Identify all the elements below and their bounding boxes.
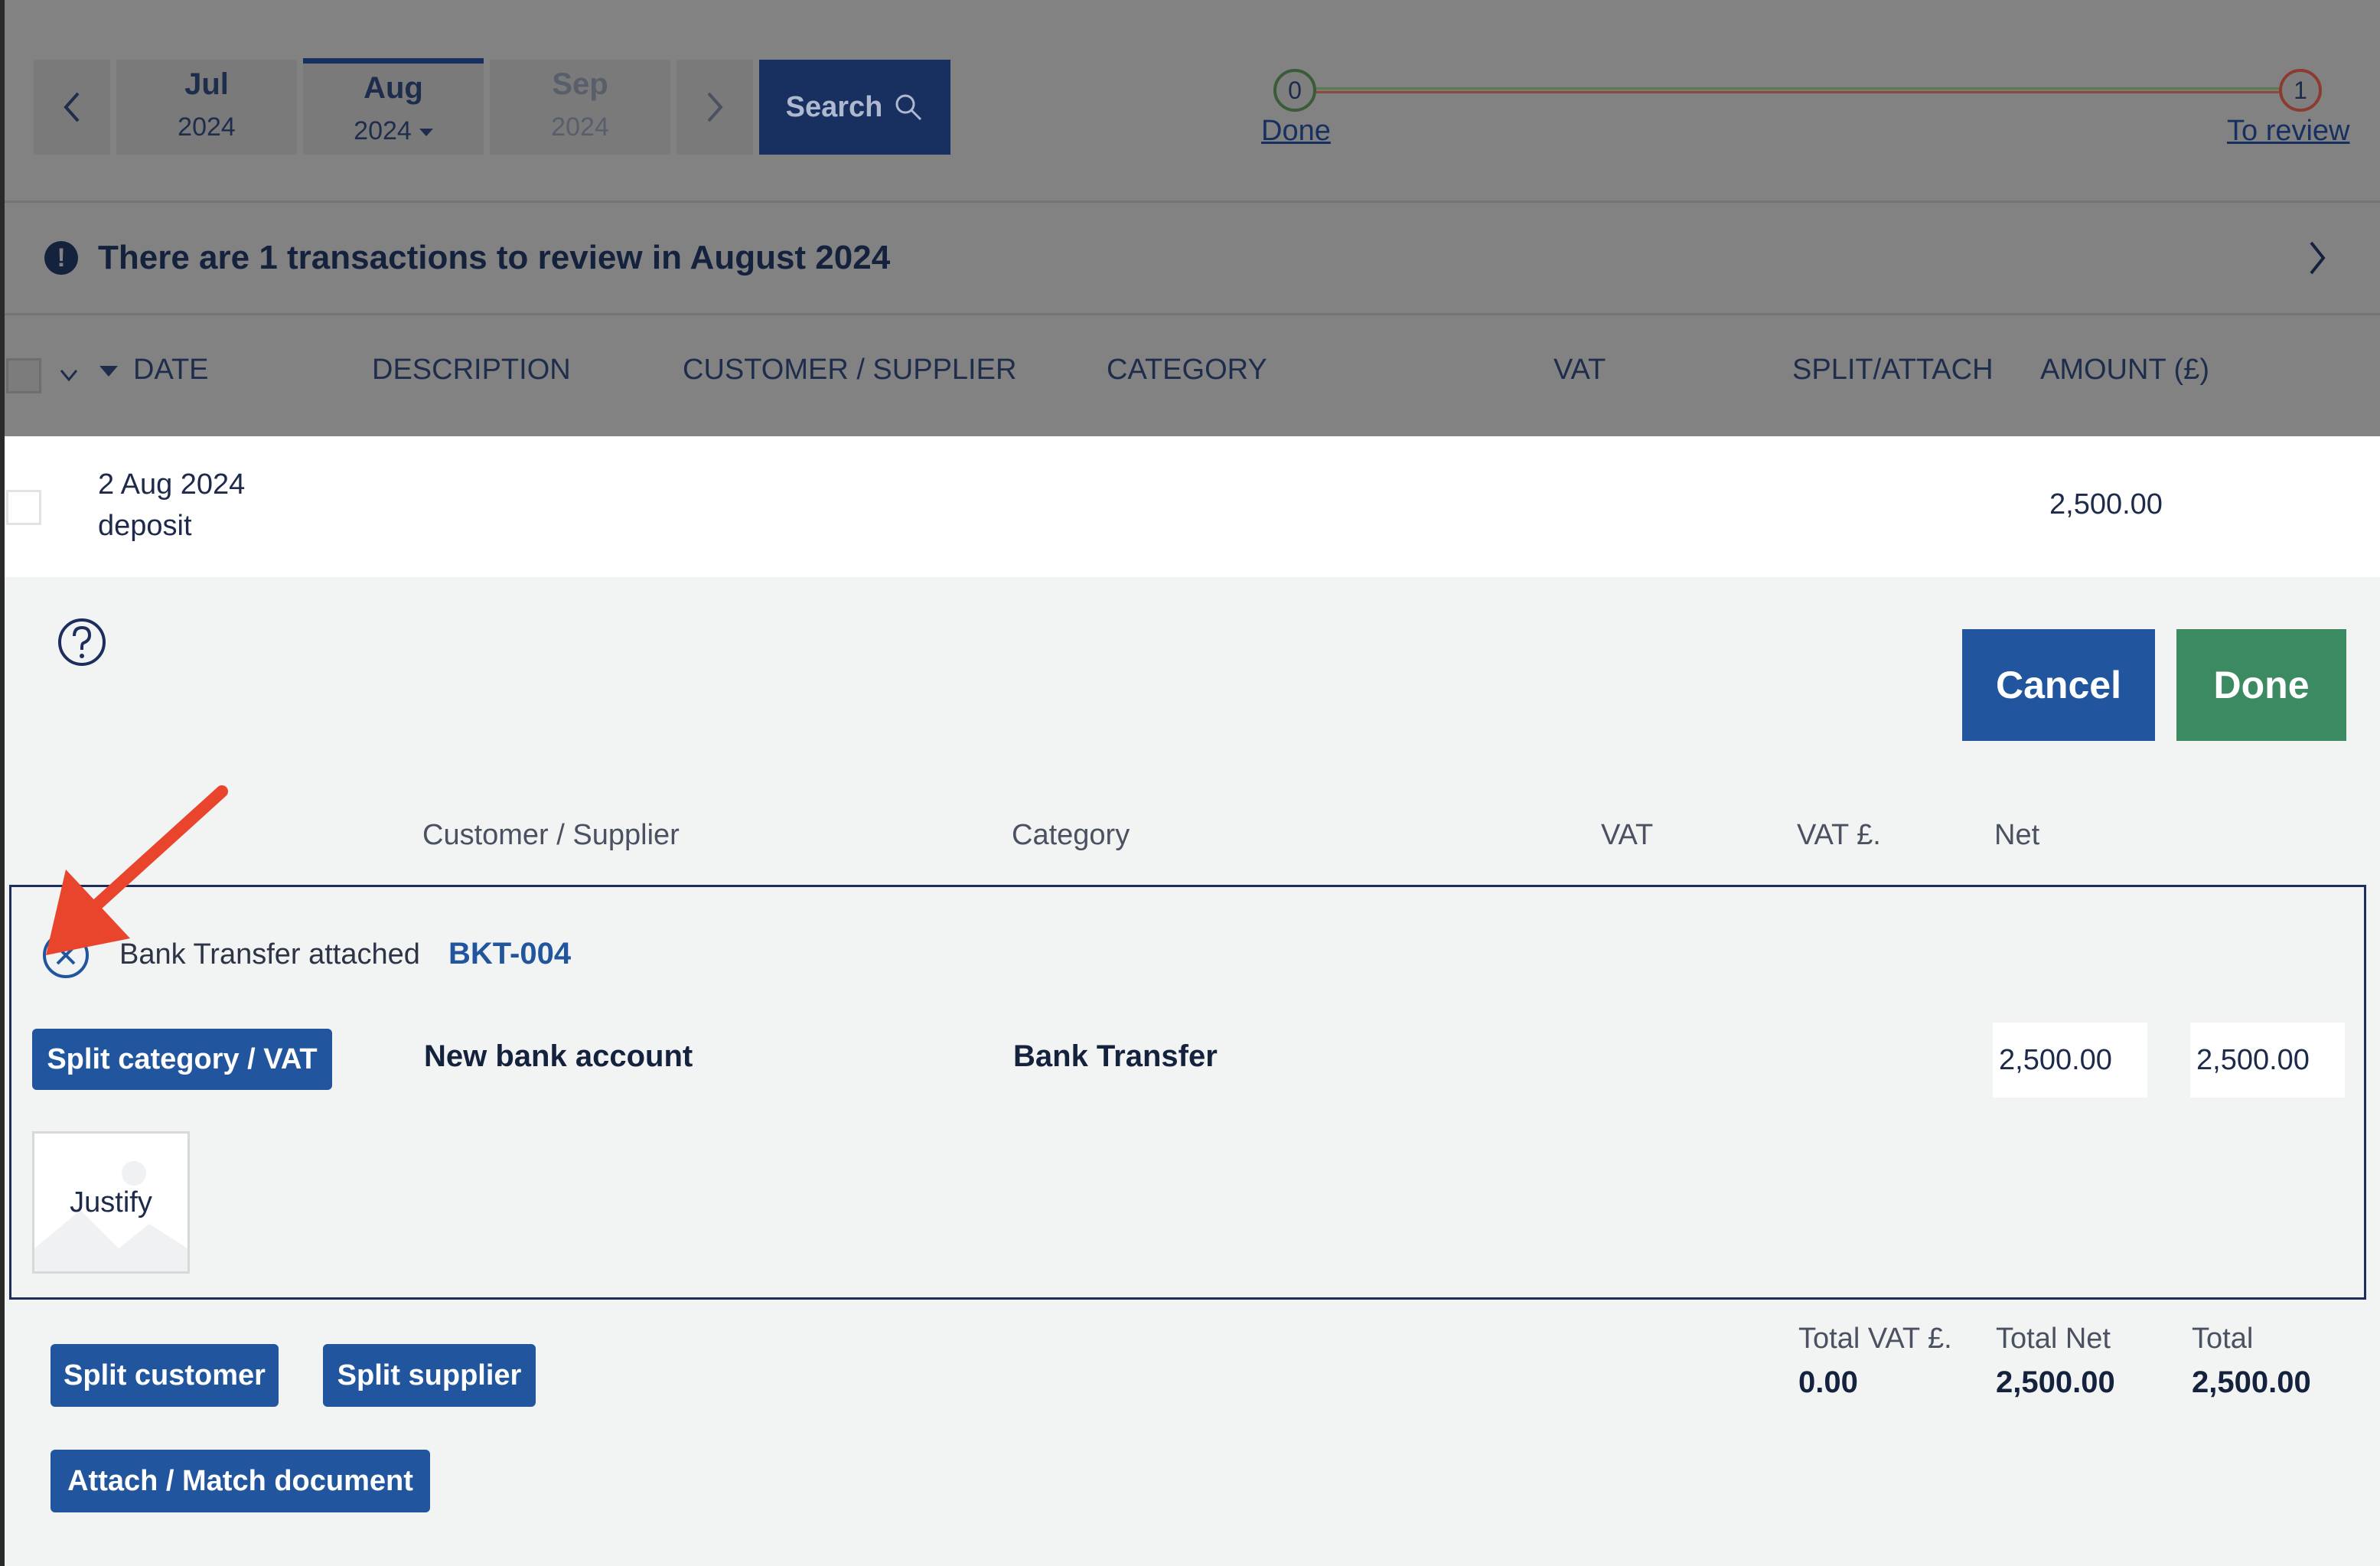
month-aug[interactable]: Aug 2024 bbox=[303, 58, 484, 155]
chevron-left-icon bbox=[64, 92, 80, 122]
next-month-button[interactable] bbox=[677, 60, 753, 155]
split-supplier-button[interactable]: Split supplier bbox=[323, 1344, 536, 1407]
done-link[interactable]: Done bbox=[1261, 115, 1331, 148]
year-label: 2024 bbox=[354, 116, 412, 145]
search-button-label: Search bbox=[785, 90, 883, 123]
header-net: Net bbox=[1994, 819, 2040, 851]
caret-down-icon[interactable] bbox=[419, 129, 433, 137]
month-jul[interactable]: Jul 2024 bbox=[116, 60, 297, 155]
row-checkbox[interactable] bbox=[6, 490, 41, 525]
progress-track bbox=[1301, 87, 2296, 93]
header-customer-supplier: Customer / Supplier bbox=[422, 819, 680, 851]
help-icon[interactable] bbox=[57, 617, 107, 667]
attachment-ref-link[interactable]: BKT-004 bbox=[448, 937, 571, 971]
column-header-split-attach[interactable]: SPLIT/ATTACH bbox=[1792, 354, 1994, 387]
done-button[interactable]: Done bbox=[2176, 629, 2346, 741]
column-header-description[interactable]: DESCRIPTION bbox=[372, 354, 571, 387]
split-category-vat-button[interactable]: Split category / VAT bbox=[32, 1029, 332, 1090]
total-net-value: 2,500.00 bbox=[1996, 1365, 2115, 1399]
header-vat-amount: VAT £. bbox=[1797, 819, 1881, 851]
prev-month-button[interactable] bbox=[34, 60, 110, 155]
annotation-arrow-icon bbox=[46, 785, 228, 955]
vat-amount-input[interactable] bbox=[1993, 1023, 2147, 1098]
header-category: Category bbox=[1012, 819, 1130, 851]
year-label: 2024 bbox=[178, 113, 236, 142]
month-label: Aug bbox=[364, 71, 423, 105]
review-count-circle: 1 bbox=[2279, 69, 2322, 112]
justify-label: Justify bbox=[70, 1186, 152, 1219]
column-header-customer-supplier[interactable]: CUSTOMER / SUPPLIER bbox=[683, 354, 1016, 387]
total-value: 2,500.00 bbox=[2192, 1365, 2311, 1399]
category-value[interactable]: Bank Transfer bbox=[1013, 1039, 1218, 1074]
select-all-checkbox[interactable] bbox=[6, 358, 41, 393]
column-header-date[interactable]: DATE bbox=[133, 354, 209, 387]
net-amount-input[interactable] bbox=[2190, 1023, 2345, 1098]
total-net-label: Total Net bbox=[1996, 1323, 2111, 1355]
search-button[interactable]: Search bbox=[759, 60, 950, 155]
review-banner[interactable]: ! There are 1 transactions to review in … bbox=[5, 201, 2380, 315]
attach-match-document-button[interactable]: Attach / Match document bbox=[51, 1450, 430, 1512]
column-header-amount[interactable]: AMOUNT (£) bbox=[2040, 354, 2209, 387]
cancel-button[interactable]: Cancel bbox=[1962, 629, 2155, 741]
transaction-description: deposit bbox=[98, 510, 192, 542]
done-count-circle: 0 bbox=[1273, 69, 1316, 112]
customer-supplier-value[interactable]: New bank account bbox=[424, 1039, 693, 1074]
table-row[interactable] bbox=[5, 436, 2380, 577]
split-customer-button[interactable]: Split customer bbox=[51, 1344, 279, 1407]
alert-icon: ! bbox=[44, 241, 78, 275]
chevron-right-icon bbox=[707, 92, 723, 122]
chevron-down-icon[interactable] bbox=[58, 367, 80, 383]
total-vat-value: 0.00 bbox=[1798, 1365, 1858, 1399]
year-label: 2024 bbox=[551, 113, 609, 142]
transaction-date: 2 Aug 2024 bbox=[98, 468, 246, 501]
search-icon bbox=[895, 94, 922, 121]
month-sep[interactable]: Sep 2024 bbox=[490, 60, 670, 155]
column-header-category[interactable]: CATEGORY bbox=[1107, 354, 1267, 387]
justify-tile[interactable]: Justify bbox=[32, 1131, 190, 1274]
column-header-vat[interactable]: VAT bbox=[1554, 354, 1606, 387]
header-vat: VAT bbox=[1601, 819, 1654, 851]
to-review-link[interactable]: To review bbox=[2227, 115, 2350, 148]
month-label: Sep bbox=[552, 67, 608, 101]
sort-desc-icon[interactable] bbox=[98, 364, 119, 378]
total-label: Total bbox=[2192, 1323, 2254, 1355]
total-vat-label: Total VAT £. bbox=[1798, 1323, 1952, 1355]
review-banner-text: There are 1 transactions to review in Au… bbox=[98, 239, 891, 276]
chevron-right-icon bbox=[2310, 241, 2326, 275]
transaction-amount: 2,500.00 bbox=[2049, 488, 2163, 520]
month-label: Jul bbox=[184, 67, 229, 101]
